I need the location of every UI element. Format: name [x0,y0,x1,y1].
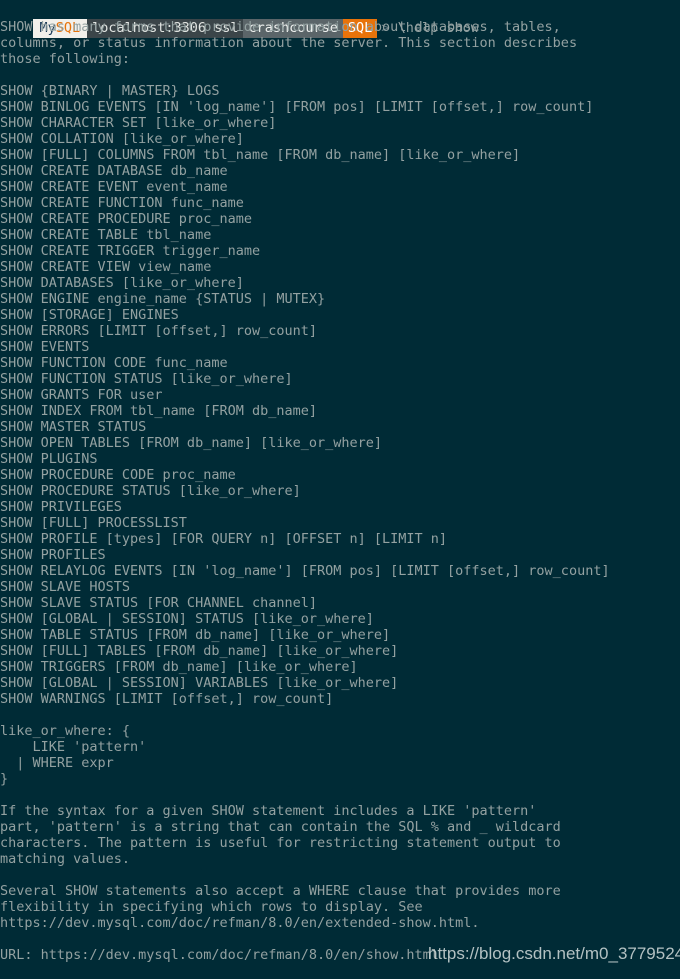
terminal-line: characters. The pattern is useful for re… [0,835,561,851]
terminal-line: those following: [0,51,131,67]
terminal-line: SHOW PROFILES [0,547,106,563]
terminal-line: SHOW GRANTS FOR user [0,387,163,403]
shell-prompt-line[interactable]: MySQL localhost:3306 ssl crashcourse SQL > \… [0,0,680,38]
terminal-output: SHOW has many forms that provide informa… [0,19,680,979]
terminal-line: SHOW WARNINGS [LIMIT [offset,] row_count… [0,691,334,707]
terminal-line: | WHERE expr [0,755,114,771]
terminal-line: SHOW PRIVILEGES [0,499,122,515]
terminal-line: SHOW ERRORS [LIMIT [offset,] row_count] [0,323,317,339]
terminal-line: SHOW INDEX FROM tbl_name [FROM db_name] [0,403,317,419]
terminal-line: SHOW SLAVE STATUS [FOR CHANNEL channel] [0,595,317,611]
terminal-line: SHOW ENGINE engine_name {STATUS | MUTEX} [0,291,326,307]
terminal-line: SHOW TRIGGERS [FROM db_name] [like_or_wh… [0,659,358,675]
terminal-line: SHOW CREATE TABLE tbl_name [0,227,212,243]
terminal-line: If the syntax for a given SHOW statement… [0,803,537,819]
terminal-line: SHOW SLAVE HOSTS [0,579,131,595]
terminal-line: SHOW FUNCTION STATUS [like_or_where] [0,371,293,387]
terminal-line: SHOW {BINARY | MASTER} LOGS [0,83,220,99]
terminal-line: SHOW [GLOBAL | SESSION] VARIABLES [like_… [0,675,399,691]
terminal-line: SHOW [FULL] COLUMNS FROM tbl_name [FROM … [0,147,521,163]
terminal-line: columns, or status information about the… [0,35,578,51]
terminal-line: SHOW CREATE EVENT event_name [0,179,228,195]
terminal-line: SHOW [STORAGE] ENGINES [0,307,179,323]
terminal-line: SHOW PROCEDURE STATUS [like_or_where] [0,483,301,499]
terminal-line: SHOW FUNCTION CODE func_name [0,355,228,371]
terminal-line: https://dev.mysql.com/doc/refman/8.0/en/… [0,915,480,931]
terminal-line: SHOW CHARACTER SET [like_or_where] [0,115,277,131]
terminal-window[interactable]: SHOW [FULL] TABLES [FROM db_name] [like_… [0,0,680,977]
terminal-line: SHOW CREATE TRIGGER trigger_name [0,243,261,259]
terminal-line: flexibility in specifying which rows to … [0,899,423,915]
terminal-line: SHOW EVENTS [0,339,90,355]
terminal-line: LIKE 'pattern' [0,739,147,755]
terminal-line: part, 'pattern' is a string that can con… [0,819,561,835]
watermark-text: https://blog.csdn.net/m0_37795244 [428,944,680,963]
terminal-line: SHOW DATABASES [like_or_where] [0,275,244,291]
terminal-line: SHOW TABLE STATUS [FROM db_name] [like_o… [0,627,391,643]
terminal-line: SHOW CREATE DATABASE db_name [0,163,228,179]
terminal-line: SHOW BINLOG EVENTS [IN 'log_name'] [FROM… [0,99,594,115]
terminal-line: SHOW CREATE VIEW view_name [0,259,212,275]
terminal-line: SHOW CREATE FUNCTION func_name [0,195,244,211]
terminal-line: SHOW PLUGINS [0,451,98,467]
terminal-line: SHOW PROCEDURE CODE proc_name [0,467,236,483]
terminal-line: SHOW OPEN TABLES [FROM db_name] [like_or… [0,435,383,451]
terminal-line: like_or_where: { [0,723,131,739]
terminal-line: SHOW [FULL] TABLES [FROM db_name] [like_… [0,643,399,659]
terminal-line: SHOW [FULL] PROCESSLIST [0,515,187,531]
terminal-line: SHOW MASTER STATUS [0,419,147,435]
terminal-line: SHOW has many forms that provide informa… [0,19,561,35]
terminal-line: SHOW CREATE PROCEDURE proc_name [0,211,252,227]
terminal-line: SHOW COLLATION [like_or_where] [0,131,244,147]
terminal-line: Several SHOW statements also accept a WH… [0,883,561,899]
terminal-line: SHOW RELAYLOG EVENTS [IN 'log_name'] [FR… [0,563,610,579]
terminal-line: SHOW PROFILE [types] [FOR QUERY n] [OFFS… [0,531,448,547]
terminal-line: matching values. [0,851,131,867]
terminal-line: } [0,771,9,787]
terminal-line: SHOW [GLOBAL | SESSION] STATUS [like_or_… [0,611,374,627]
